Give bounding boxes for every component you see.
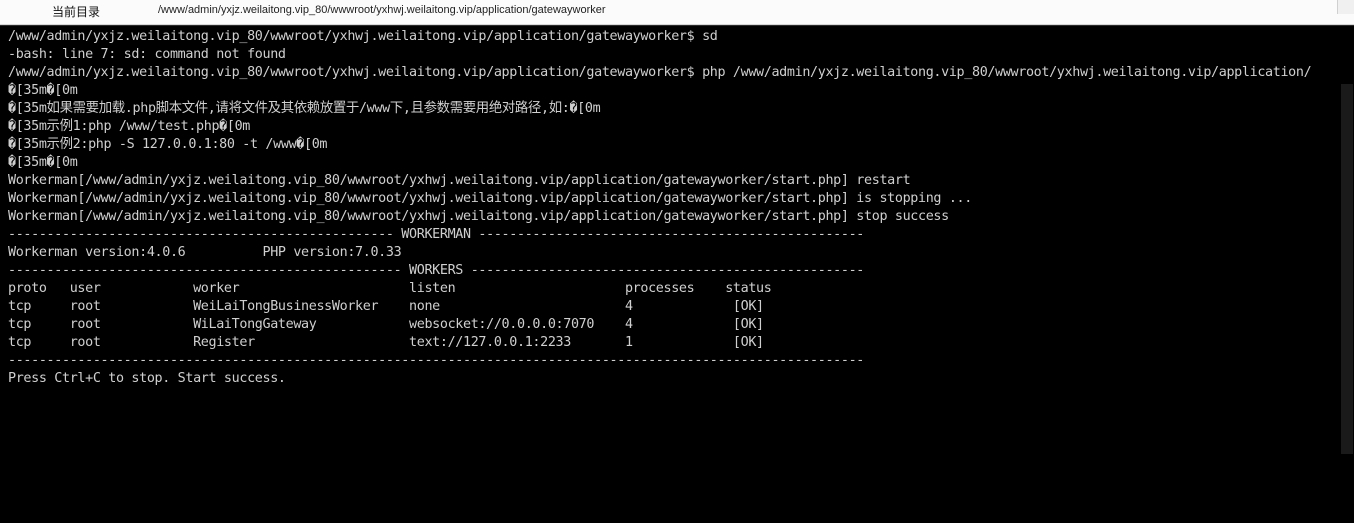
terminal-line: tcp root WeiLaiTongBusinessWorker none 4… xyxy=(8,299,764,314)
terminal-line: �[35m示例2:php -S 127.0.0.1:80 -t /www�[0m xyxy=(8,137,328,152)
scrollbar-thumb[interactable] xyxy=(1341,84,1353,454)
location-bar: 当前目录 /www/admin/yxjz.weilaitong.vip_80/w… xyxy=(0,0,1354,25)
terminal-line: Workerman[/www/admin/yxjz.weilaitong.vip… xyxy=(8,173,911,188)
terminal-line: �[35m�[0m xyxy=(8,155,78,170)
current-directory-path[interactable]: /www/admin/yxjz.weilaitong.vip_80/wwwroo… xyxy=(158,4,606,16)
terminal-line: proto user worker listen processes statu… xyxy=(8,281,772,296)
terminal-line: Workerman[/www/admin/yxjz.weilaitong.vip… xyxy=(8,209,949,224)
terminal-line: Press Ctrl+C to stop. Start success. xyxy=(8,371,286,386)
terminal-line: ----------------------------------------… xyxy=(8,263,865,278)
terminal-line: /www/admin/yxjz.weilaitong.vip_80/wwwroo… xyxy=(8,65,1312,80)
terminal-line: tcp root Register text://127.0.0.1:2233 … xyxy=(8,335,764,350)
terminal-line: ----------------------------------------… xyxy=(8,353,865,368)
terminal-output[interactable]: /www/admin/yxjz.weilaitong.vip_80/wwwroo… xyxy=(0,25,1354,523)
terminal-line: /www/admin/yxjz.weilaitong.vip_80/wwwroo… xyxy=(8,29,718,44)
terminal-line: Workerman[/www/admin/yxjz.weilaitong.vip… xyxy=(8,191,972,206)
terminal-line: �[35m�[0m xyxy=(8,83,78,98)
current-directory-label: 当前目录 xyxy=(52,5,101,19)
terminal-lines: /www/admin/yxjz.weilaitong.vip_80/wwwroo… xyxy=(8,28,1312,388)
terminal-line: ----------------------------------------… xyxy=(8,227,865,242)
terminal-line: �[35m示例1:php /www/test.php�[0m xyxy=(8,119,251,134)
terminal-scrollbar[interactable] xyxy=(1340,56,1354,523)
terminal-line: �[35m如果需要加载.php脚本文件,请将文件及其依赖放置于/www下,且参数… xyxy=(8,101,601,116)
terminal-line: -bash: line 7: sd: command not found xyxy=(8,47,286,62)
window-edge-control[interactable] xyxy=(1337,0,1354,14)
terminal-line: Workerman version:4.0.6 PHP version:7.0.… xyxy=(8,245,402,260)
terminal-line: tcp root WiLaiTongGateway websocket://0.… xyxy=(8,317,764,332)
